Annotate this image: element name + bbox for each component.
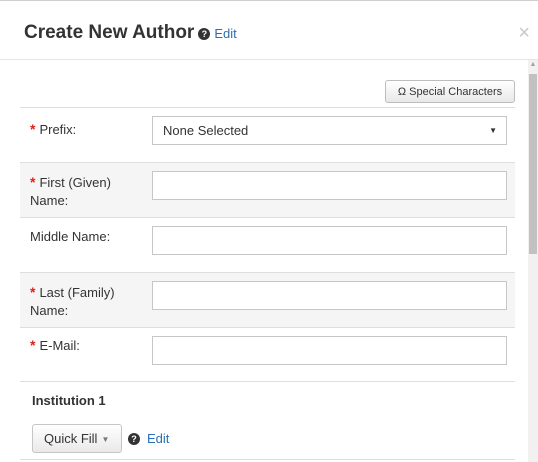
dialog-body: Ω Special Characters * Prefix: None Selec… xyxy=(0,60,528,462)
first-name-label-line1: First (Given) xyxy=(39,175,111,190)
chevron-down-icon: ▼ xyxy=(101,435,110,444)
email-input[interactable] xyxy=(152,336,507,365)
prefix-select[interactable]: None Selected ▼ xyxy=(152,116,507,145)
create-author-dialog: Create New Author? Edit × Ω Special Chara… xyxy=(0,0,538,462)
institution-title: Institution 1 xyxy=(32,393,106,408)
middle-name-input[interactable] xyxy=(152,226,507,255)
first-name-row: * First (Given) Name: xyxy=(20,163,515,217)
quick-fill-label: Quick Fill xyxy=(44,431,98,446)
prefix-label-text: Prefix: xyxy=(39,122,77,137)
last-name-row: * Last (Family) Name: xyxy=(20,273,515,327)
prefix-label: * Prefix: xyxy=(30,120,76,139)
last-name-label-line2: Name: xyxy=(30,303,69,318)
close-icon[interactable]: × xyxy=(518,23,530,43)
first-name-label: * First (Given) Name: xyxy=(30,173,111,210)
help-icon[interactable]: ? xyxy=(198,28,211,40)
dialog-header: Create New Author? Edit × xyxy=(0,1,538,60)
divider xyxy=(20,459,515,460)
required-mark: * xyxy=(30,337,36,353)
last-name-label: * Last (Family) Name: xyxy=(30,283,115,320)
first-name-label-line2: Name: xyxy=(30,193,69,208)
email-label: * E-Mail: xyxy=(30,336,80,355)
email-label-text: E-Mail: xyxy=(39,338,80,353)
scrollbar-thumb[interactable] xyxy=(529,74,537,254)
prefix-select-value: None Selected xyxy=(163,123,249,138)
last-name-label-line1: Last (Family) xyxy=(39,285,115,300)
email-row: * E-Mail: xyxy=(20,328,515,382)
vertical-scrollbar[interactable]: ▲ xyxy=(528,60,538,462)
help-icon[interactable]: ? xyxy=(128,433,140,445)
institution-edit-link[interactable]: Edit xyxy=(147,431,169,446)
dialog-title-text: Create New Author xyxy=(24,22,195,43)
scroll-up-icon[interactable]: ▲ xyxy=(528,60,538,70)
required-mark: * xyxy=(30,284,36,300)
middle-name-row: Middle Name: xyxy=(20,218,515,272)
quick-fill-button[interactable]: Quick Fill ▼ xyxy=(32,424,122,453)
prefix-row: * Prefix: None Selected ▼ xyxy=(20,108,515,162)
first-name-input[interactable] xyxy=(152,171,507,200)
last-name-input[interactable] xyxy=(152,281,507,310)
required-mark: * xyxy=(30,174,36,190)
title-edit-link[interactable]: Edit xyxy=(214,26,236,41)
divider xyxy=(20,381,515,382)
chevron-down-icon: ▼ xyxy=(489,126,497,135)
special-characters-button[interactable]: Ω Special Characters xyxy=(385,80,515,103)
middle-name-label: Middle Name: xyxy=(30,229,111,244)
dialog-title: Create New Author? Edit xyxy=(24,22,237,44)
required-mark: * xyxy=(30,121,36,137)
